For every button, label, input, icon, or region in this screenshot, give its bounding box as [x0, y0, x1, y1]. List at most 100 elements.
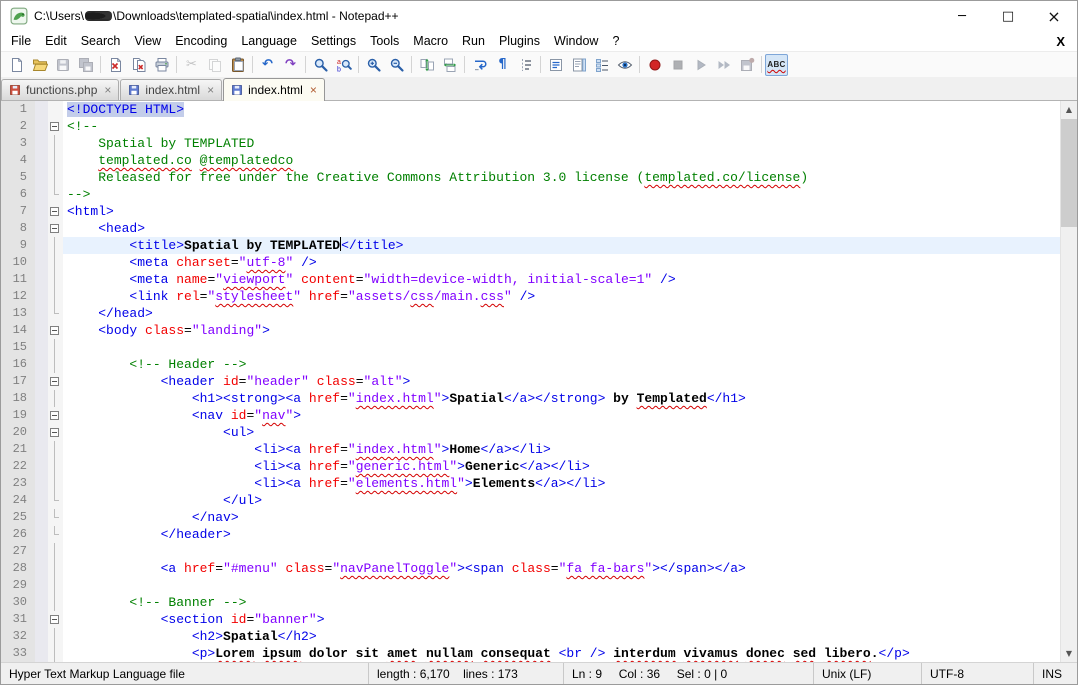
- code-text[interactable]: <p>Lorem ipsum dolor sit amet nullam con…: [63, 645, 1077, 662]
- code-text[interactable]: <!-- Header -->: [63, 356, 1077, 373]
- menu-item-file[interactable]: File: [4, 32, 38, 50]
- code-text[interactable]: <title>Spatial by TEMPLATED</title>: [63, 237, 1077, 254]
- code-text[interactable]: -->: [63, 186, 1077, 203]
- code-text[interactable]: <!DOCTYPE HTML>: [63, 101, 1077, 118]
- print-button[interactable]: [150, 54, 173, 76]
- title-bar[interactable]: C:\Users\\Downloads\templated-spatial\in…: [1, 1, 1077, 31]
- code-text[interactable]: <li><a href="index.html">Home</a></li>: [63, 441, 1077, 458]
- indent-guide-button[interactable]: [514, 54, 537, 76]
- editor[interactable]: 1<!DOCTYPE HTML>2<!--3 Spatial by TEMPLA…: [1, 101, 1077, 662]
- save-all-button[interactable]: [74, 54, 97, 76]
- code-text[interactable]: </nav>: [63, 509, 1077, 526]
- save-macro-button[interactable]: [735, 54, 758, 76]
- copy-button[interactable]: [203, 54, 226, 76]
- fold-marker[interactable]: [48, 407, 63, 424]
- tab-index-html[interactable]: index.html×: [223, 78, 325, 101]
- minimize-button[interactable]: ─: [939, 1, 985, 31]
- menu-item-search[interactable]: Search: [74, 32, 128, 50]
- menu-item-run[interactable]: Run: [455, 32, 492, 50]
- menu-item-view[interactable]: View: [127, 32, 168, 50]
- tab-close-icon[interactable]: ×: [207, 84, 214, 96]
- code-text[interactable]: <html>: [63, 203, 1077, 220]
- code-text[interactable]: [63, 543, 1077, 560]
- document-map-button[interactable]: [567, 54, 590, 76]
- code-text[interactable]: <link rel="stylesheet" href="assets/css/…: [63, 288, 1077, 305]
- code-text[interactable]: <meta name="viewport" content="width=dev…: [63, 271, 1077, 288]
- replace-button[interactable]: ab: [332, 54, 355, 76]
- menu-item-help[interactable]: ?: [605, 32, 626, 50]
- tab-close-icon[interactable]: ×: [104, 84, 111, 96]
- fold-marker[interactable]: [48, 220, 63, 237]
- code-text[interactable]: Released for free under the Creative Com…: [63, 169, 1077, 186]
- menu-item-window[interactable]: Window: [547, 32, 605, 50]
- code-text[interactable]: [63, 577, 1077, 594]
- menu-item-language[interactable]: Language: [234, 32, 304, 50]
- menu-item-edit[interactable]: Edit: [38, 32, 74, 50]
- sync-horizontal-button[interactable]: [438, 54, 461, 76]
- code-text[interactable]: <nav id="nav">: [63, 407, 1077, 424]
- stop-macro-button[interactable]: [666, 54, 689, 76]
- document-list-button[interactable]: [590, 54, 613, 76]
- run-macro-multiple-button[interactable]: [712, 54, 735, 76]
- scroll-up-arrow[interactable]: ▲: [1061, 101, 1077, 118]
- code-text[interactable]: <li><a href="generic.html">Generic</a></…: [63, 458, 1077, 475]
- fold-marker[interactable]: [48, 322, 63, 339]
- menu-item-plugins[interactable]: Plugins: [492, 32, 547, 50]
- menu-item-tools[interactable]: Tools: [363, 32, 406, 50]
- function-list-button[interactable]: [544, 54, 567, 76]
- vertical-scrollbar[interactable]: ▲ ▼: [1060, 101, 1077, 662]
- code-text[interactable]: <meta charset="utf-8" />: [63, 254, 1077, 271]
- zoom-in-button[interactable]: [362, 54, 385, 76]
- fold-marker[interactable]: [48, 203, 63, 220]
- fold-marker[interactable]: [48, 118, 63, 135]
- code-text[interactable]: <header id="header" class="alt">: [63, 373, 1077, 390]
- code-text[interactable]: <head>: [63, 220, 1077, 237]
- code-text[interactable]: </head>: [63, 305, 1077, 322]
- menu-item-settings[interactable]: Settings: [304, 32, 363, 50]
- code-text[interactable]: <a href="#menu" class="navPanelToggle"><…: [63, 560, 1077, 577]
- code-text[interactable]: <ul>: [63, 424, 1077, 441]
- record-macro-button[interactable]: [643, 54, 666, 76]
- menu-item-encoding[interactable]: Encoding: [168, 32, 234, 50]
- code-text[interactable]: <!--: [63, 118, 1077, 135]
- code-text[interactable]: <!-- Banner -->: [63, 594, 1077, 611]
- monitoring-button[interactable]: [613, 54, 636, 76]
- sync-vertical-button[interactable]: [415, 54, 438, 76]
- close-all-button[interactable]: [127, 54, 150, 76]
- undo-button[interactable]: ↶: [256, 54, 279, 76]
- tab-index-html[interactable]: index.html×: [120, 79, 222, 100]
- scroll-thumb[interactable]: [1061, 119, 1077, 227]
- show-all-characters-button[interactable]: ¶: [491, 54, 514, 76]
- code-text[interactable]: <body class="landing">: [63, 322, 1077, 339]
- code-text[interactable]: <h2>Spatial</h2>: [63, 628, 1077, 645]
- cut-button[interactable]: ✂: [180, 54, 203, 76]
- close-button[interactable]: ×: [1031, 1, 1077, 31]
- code-text[interactable]: [63, 339, 1077, 356]
- spell-check-button[interactable]: ABC: [765, 54, 788, 76]
- code-text[interactable]: </ul>: [63, 492, 1077, 509]
- find-button[interactable]: [309, 54, 332, 76]
- code-text[interactable]: </header>: [63, 526, 1077, 543]
- close-file-button[interactable]: [104, 54, 127, 76]
- fold-marker[interactable]: [48, 611, 63, 628]
- word-wrap-button[interactable]: [468, 54, 491, 76]
- play-macro-button[interactable]: [689, 54, 712, 76]
- code-text[interactable]: Spatial by TEMPLATED: [63, 135, 1077, 152]
- fold-marker[interactable]: [48, 373, 63, 390]
- code-text[interactable]: <section id="banner">: [63, 611, 1077, 628]
- tab-functions-php[interactable]: functions.php×: [1, 79, 119, 100]
- code-text[interactable]: templated.co @templatedco: [63, 152, 1077, 169]
- paste-button[interactable]: [226, 54, 249, 76]
- tab-close-icon[interactable]: ×: [310, 84, 317, 96]
- code-text[interactable]: <li><a href="elements.html">Elements</a>…: [63, 475, 1077, 492]
- scroll-down-arrow[interactable]: ▼: [1061, 645, 1077, 662]
- save-file-button[interactable]: [51, 54, 74, 76]
- maximize-button[interactable]: □: [985, 1, 1031, 31]
- menubar-close-x[interactable]: X: [1056, 34, 1077, 49]
- new-file-button[interactable]: [5, 54, 28, 76]
- fold-marker[interactable]: [48, 424, 63, 441]
- open-file-button[interactable]: [28, 54, 51, 76]
- zoom-out-button[interactable]: [385, 54, 408, 76]
- menu-item-macro[interactable]: Macro: [406, 32, 455, 50]
- redo-button[interactable]: ↷: [279, 54, 302, 76]
